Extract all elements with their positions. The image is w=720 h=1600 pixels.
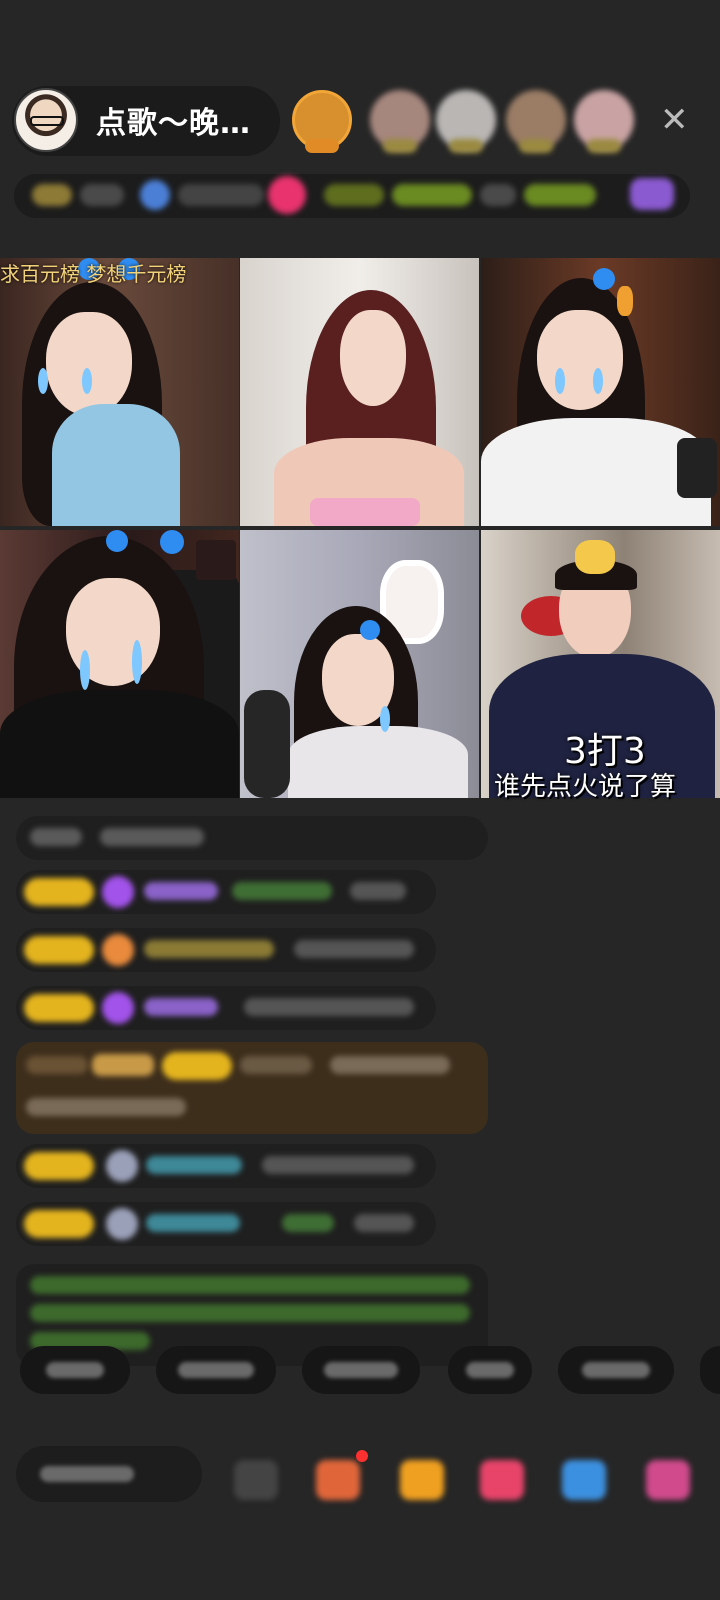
emoji-icon[interactable]	[234, 1460, 278, 1500]
pk-score-subtitle: 谁先点火说了算	[494, 772, 677, 802]
chat-text	[330, 1056, 450, 1074]
room-info-chip	[178, 184, 264, 206]
audience-rank-badge	[383, 139, 417, 153]
fire-icon[interactable]	[268, 176, 306, 214]
chat-text	[100, 828, 204, 846]
audience-rank-badge	[519, 139, 553, 153]
diamond-icon	[102, 992, 134, 1024]
room-info-chip	[480, 184, 516, 206]
fan-club-icon[interactable]	[400, 1460, 444, 1500]
fan-level-badge	[162, 1052, 232, 1080]
chat-username	[30, 828, 82, 846]
room-level-icon	[32, 184, 72, 206]
room-info-chip	[524, 184, 596, 206]
host-avatar[interactable]	[14, 88, 78, 152]
chat-username	[146, 1214, 240, 1232]
fan-level-badge	[24, 1210, 94, 1238]
fan-level-badge	[24, 994, 94, 1022]
fan-level-badge	[24, 878, 94, 906]
video-tile-5[interactable]	[240, 530, 479, 798]
audience-rank-badge	[449, 139, 483, 153]
quick-action-label	[466, 1362, 514, 1378]
fan-level-badge	[24, 1152, 94, 1180]
chat-text	[354, 1214, 414, 1232]
user-avatar	[106, 1150, 138, 1182]
room-info-chip	[392, 184, 472, 206]
hat-icon	[102, 934, 134, 966]
chat-username	[240, 1056, 312, 1074]
fan-level-badge	[24, 936, 94, 964]
gift-icon	[140, 180, 170, 210]
host-name: 点歌～晚…	[96, 106, 251, 141]
chat-username	[144, 998, 218, 1016]
video-tile-1[interactable]	[0, 258, 239, 526]
quick-action-button[interactable]	[700, 1346, 720, 1394]
gift-bag-icon[interactable]	[316, 1460, 360, 1500]
game-icon[interactable]	[562, 1460, 606, 1500]
chat-text	[294, 940, 414, 958]
chat-message[interactable]	[16, 816, 488, 860]
gift-box-icon[interactable]	[630, 178, 674, 210]
chat-text	[350, 882, 406, 900]
audience-rank-badge	[305, 139, 339, 153]
chat-username	[144, 882, 218, 900]
interaction-icon[interactable]	[480, 1460, 524, 1500]
close-icon[interactable]: ✕	[660, 100, 689, 140]
audience-rank-badge	[587, 139, 621, 153]
user-avatar	[106, 1208, 138, 1240]
quick-action-label	[324, 1362, 398, 1378]
diamond-icon	[102, 876, 134, 908]
chat-text	[232, 882, 332, 900]
chat-noble-badge	[92, 1054, 154, 1076]
quick-action-label	[46, 1362, 104, 1378]
video-tile-3[interactable]	[481, 258, 720, 526]
quick-action-label	[582, 1362, 650, 1378]
chat-text	[244, 998, 414, 1016]
room-info-chip	[324, 184, 384, 206]
chat-text	[26, 1098, 186, 1116]
room-info-chip	[80, 184, 124, 206]
gift-icon[interactable]	[646, 1460, 690, 1500]
comment-input-placeholder	[40, 1466, 134, 1482]
system-notice-text	[30, 1276, 470, 1294]
quick-action-label	[178, 1362, 254, 1378]
chat-username	[146, 1156, 242, 1174]
chat-text	[282, 1214, 334, 1232]
system-notice-text	[30, 1304, 470, 1322]
video-tile-2[interactable]	[240, 258, 479, 526]
chat-noble-badge	[26, 1056, 88, 1074]
chat-username	[144, 940, 274, 958]
video-tile-4[interactable]	[0, 530, 239, 798]
chat-text	[262, 1156, 414, 1174]
notification-dot	[356, 1450, 368, 1462]
tile-1-banner: 求百元榜 梦想千元榜	[0, 262, 187, 286]
